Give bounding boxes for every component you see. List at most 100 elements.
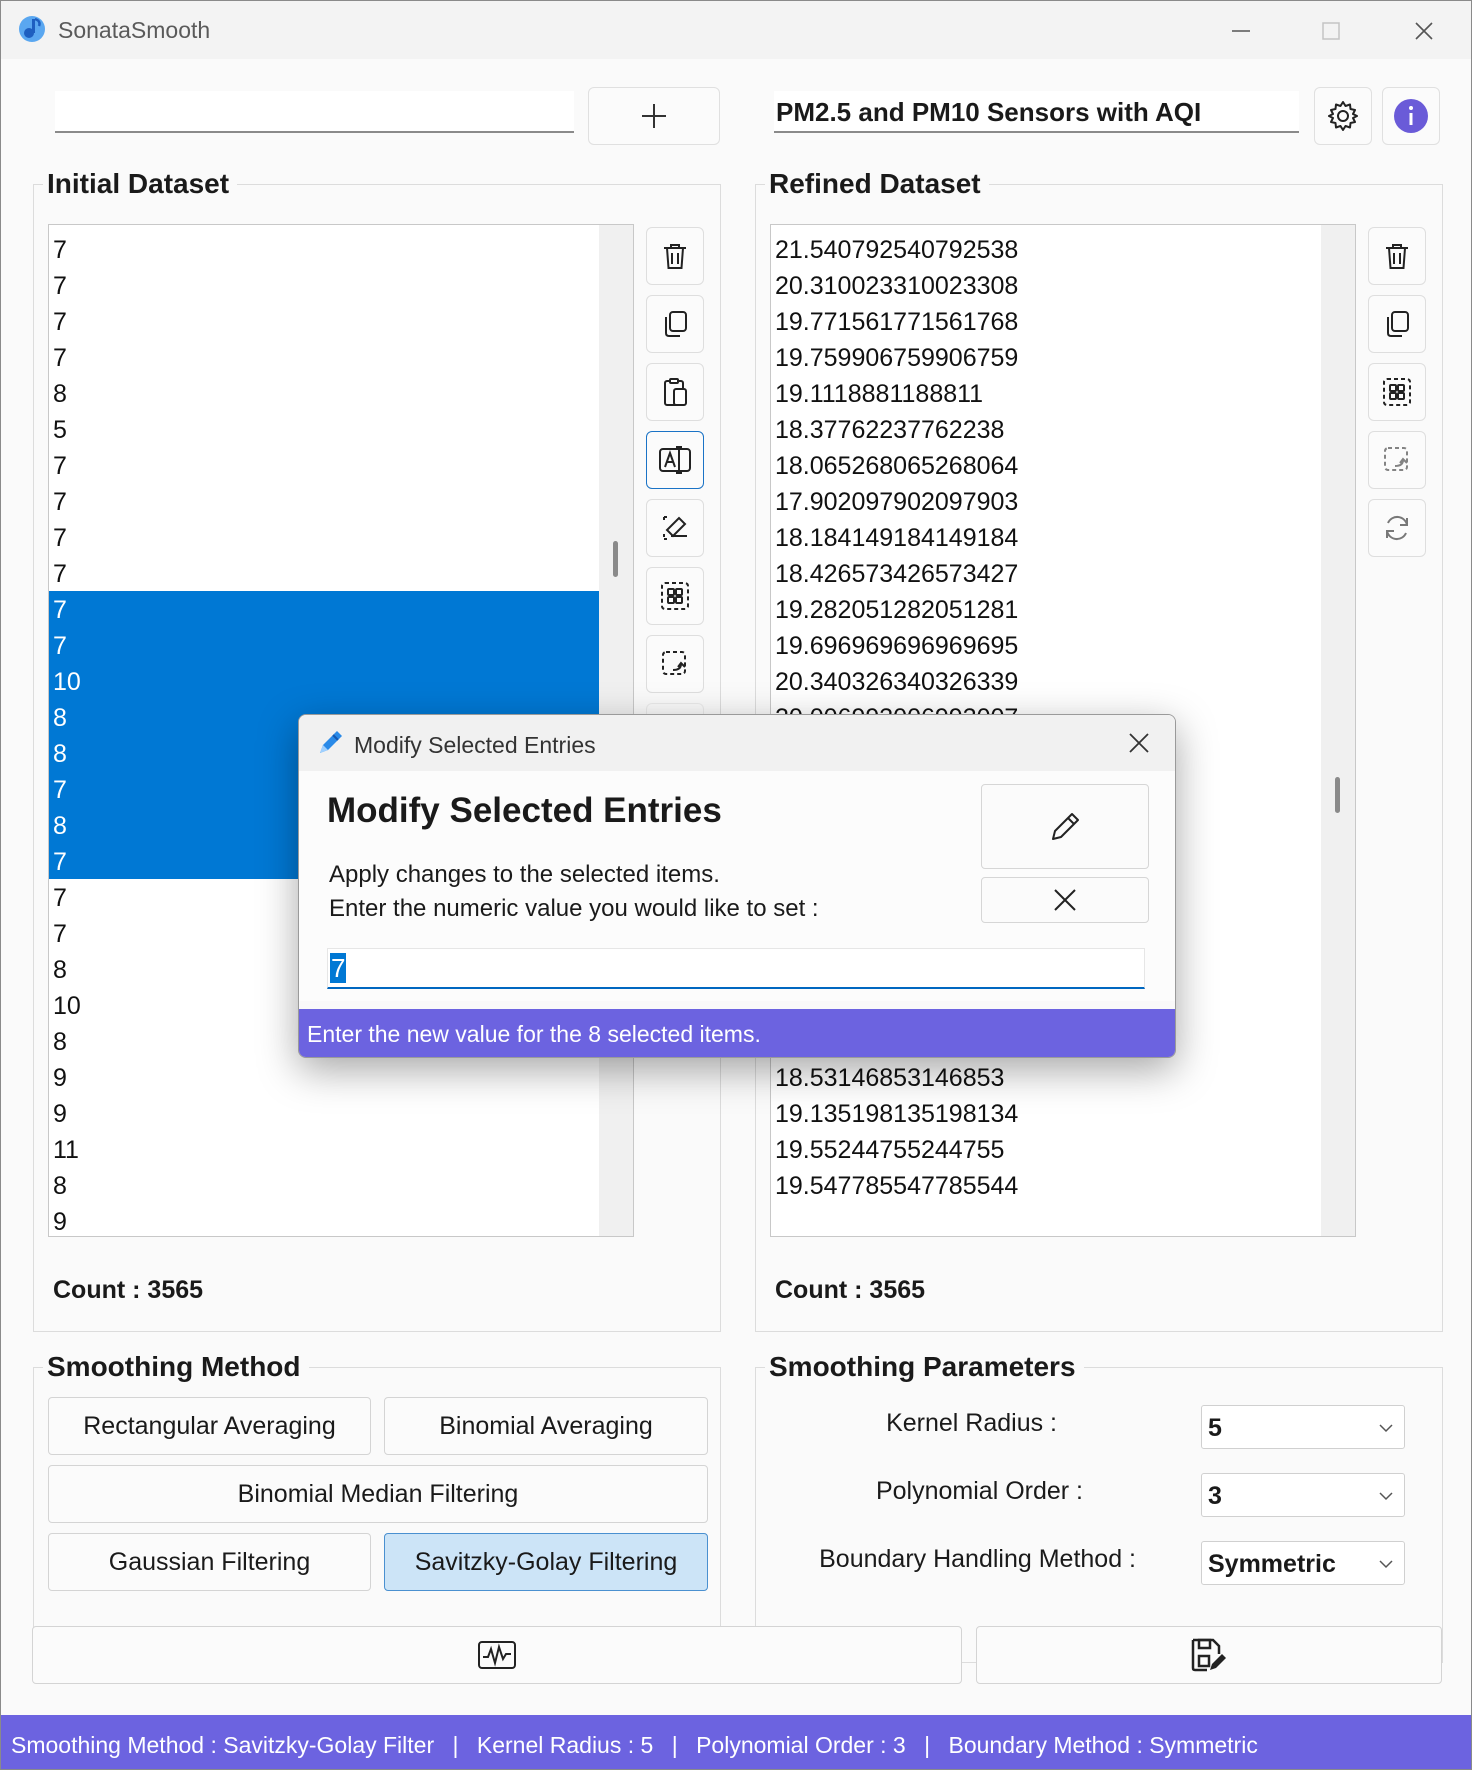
list-item[interactable]: 10 [49,663,601,699]
dialog-close-button[interactable] [1119,725,1159,761]
list-item[interactable]: 19.696969696969695 [771,627,1323,663]
list-item[interactable]: 5 [49,411,601,447]
list-item[interactable]: 19.55244755244755 [771,1131,1323,1167]
refined-count: Count : 3565 [775,1276,926,1304]
method-button[interactable]: Binomial Median Filtering [48,1465,708,1523]
gear-icon [1328,101,1358,131]
status-divider: | [671,1732,678,1758]
list-item[interactable]: 7 [49,231,601,267]
status-order: Polynomial Order : 3 [696,1732,906,1758]
list-item[interactable]: 20.310023310023308 [771,267,1323,303]
copy-refined-button[interactable] [1368,295,1426,353]
list-item[interactable]: 9 [49,1095,601,1131]
dialog-title-bar: Modify Selected Entries [299,715,1175,771]
status-bar: Smoothing Method : Savitzky-Golay Filter… [1,1715,1471,1769]
select-all-refined-button[interactable] [1368,363,1426,421]
select-all-icon [661,582,689,610]
trash-icon [664,244,686,269]
list-item[interactable]: 18.184149184149184 [771,519,1323,555]
new-entry-input[interactable] [55,91,574,133]
list-item[interactable]: 21.540792540792538 [771,231,1323,267]
edit-pen-app-icon [320,731,342,753]
close-window-button[interactable] [1389,11,1459,51]
list-item[interactable]: 11 [49,1131,601,1167]
list-item[interactable]: 19.282051282051281 [771,591,1323,627]
apply-smoothing-button[interactable] [32,1626,962,1684]
list-item[interactable]: 8 [49,375,601,411]
list-item[interactable]: 20.340326340326339 [771,663,1323,699]
method-button[interactable]: Gaussian Filtering [48,1533,371,1591]
list-item[interactable]: 7 [49,555,601,591]
refined-list-scrollbar[interactable] [1321,225,1355,1236]
dialog-status-bar: Enter the new value for the 8 selected i… [299,1009,1175,1057]
list-item[interactable]: 7 [49,627,601,663]
dialog-prompt: Enter the numeric value you would like t… [329,895,819,922]
list-item[interactable]: 7 [49,483,601,519]
refresh-button[interactable] [1368,499,1426,557]
list-item[interactable]: 17.902097902097903 [771,483,1323,519]
polynomial-order-value: 3 [1208,1482,1222,1510]
modify-selected-button[interactable] [646,431,704,489]
smoothing-parameters-title: Smoothing Parameters [765,1351,1084,1383]
list-item[interactable]: 19.135198135198134 [771,1095,1323,1131]
export-button[interactable] [976,1626,1442,1684]
apply-value-button[interactable] [981,784,1149,869]
polynomial-order-select[interactable]: 3 [1201,1473,1405,1517]
list-item[interactable]: 7 [49,267,601,303]
copy-icon [1387,311,1409,337]
list-item[interactable]: 7 [49,447,601,483]
paste-button[interactable] [646,363,704,421]
minimize-icon [1232,30,1250,32]
minimize-button[interactable] [1206,11,1276,51]
delete-initial-button[interactable] [646,227,704,285]
list-item[interactable]: 18.426573426573427 [771,555,1323,591]
refined-dataset-title: Refined Dataset [765,168,989,200]
plus-icon [642,104,666,128]
list-item[interactable]: 7 [49,591,601,627]
dataset-title-field[interactable]: PM2.5 and PM10 Sensors with AQI [774,91,1299,133]
list-item[interactable]: 8 [49,1167,601,1203]
copy-initial-button[interactable] [646,295,704,353]
list-item[interactable]: 19.547785547785544 [771,1167,1323,1203]
dialog-body: Modify Selected Entries Apply changes to… [299,771,1175,1001]
invert-selection-refined-button[interactable] [1368,431,1426,489]
polynomial-order-label: Polynomial Order : [875,1477,1083,1505]
kernel-radius-select[interactable]: 5 [1201,1405,1405,1449]
select-all-initial-button[interactable] [646,567,704,625]
status-boundary: Boundary Method : Symmetric [948,1732,1258,1758]
maximize-button[interactable] [1296,11,1366,51]
add-button[interactable] [588,87,720,145]
list-item[interactable]: 9 [49,1203,601,1236]
list-item[interactable]: 19.1118881188811 [771,375,1323,411]
list-item[interactable]: 7 [49,339,601,375]
info-button[interactable] [1382,87,1440,145]
list-item[interactable]: 9 [49,1059,601,1095]
invert-selection-initial-button[interactable] [646,635,704,693]
scrollbar-thumb[interactable] [613,541,618,577]
title-bar: SonataSmooth [1,1,1471,59]
list-item[interactable]: 19.771561771561768 [771,303,1323,339]
list-item[interactable]: 7 [49,519,601,555]
app-logo-icon [19,16,45,42]
method-button[interactable]: Binomial Averaging [384,1397,708,1455]
copy-icon [665,311,687,337]
method-button[interactable]: Rectangular Averaging [48,1397,371,1455]
list-item[interactable]: 18.53146853146853 [771,1059,1323,1095]
list-item[interactable]: 19.759906759906759 [771,339,1323,375]
new-value-input[interactable]: 7 [327,948,1145,989]
clipboard-icon [664,378,687,406]
status-divider: | [924,1732,931,1758]
boundary-method-select[interactable]: Symmetric [1201,1541,1405,1585]
delete-refined-button[interactable] [1368,227,1426,285]
list-item[interactable]: 18.37762237762238 [771,411,1323,447]
list-item[interactable]: 18.065268065268064 [771,447,1323,483]
method-button[interactable]: Savitzky-Golay Filtering [384,1533,708,1591]
scrollbar-thumb[interactable] [1335,777,1340,813]
cancel-button[interactable] [981,877,1149,923]
refresh-icon [1386,515,1408,541]
settings-button[interactable] [1314,87,1372,145]
close-icon [1415,22,1433,40]
chevron-down-icon [1379,1424,1393,1433]
clear-selection-button[interactable] [646,499,704,557]
list-item[interactable]: 7 [49,303,601,339]
